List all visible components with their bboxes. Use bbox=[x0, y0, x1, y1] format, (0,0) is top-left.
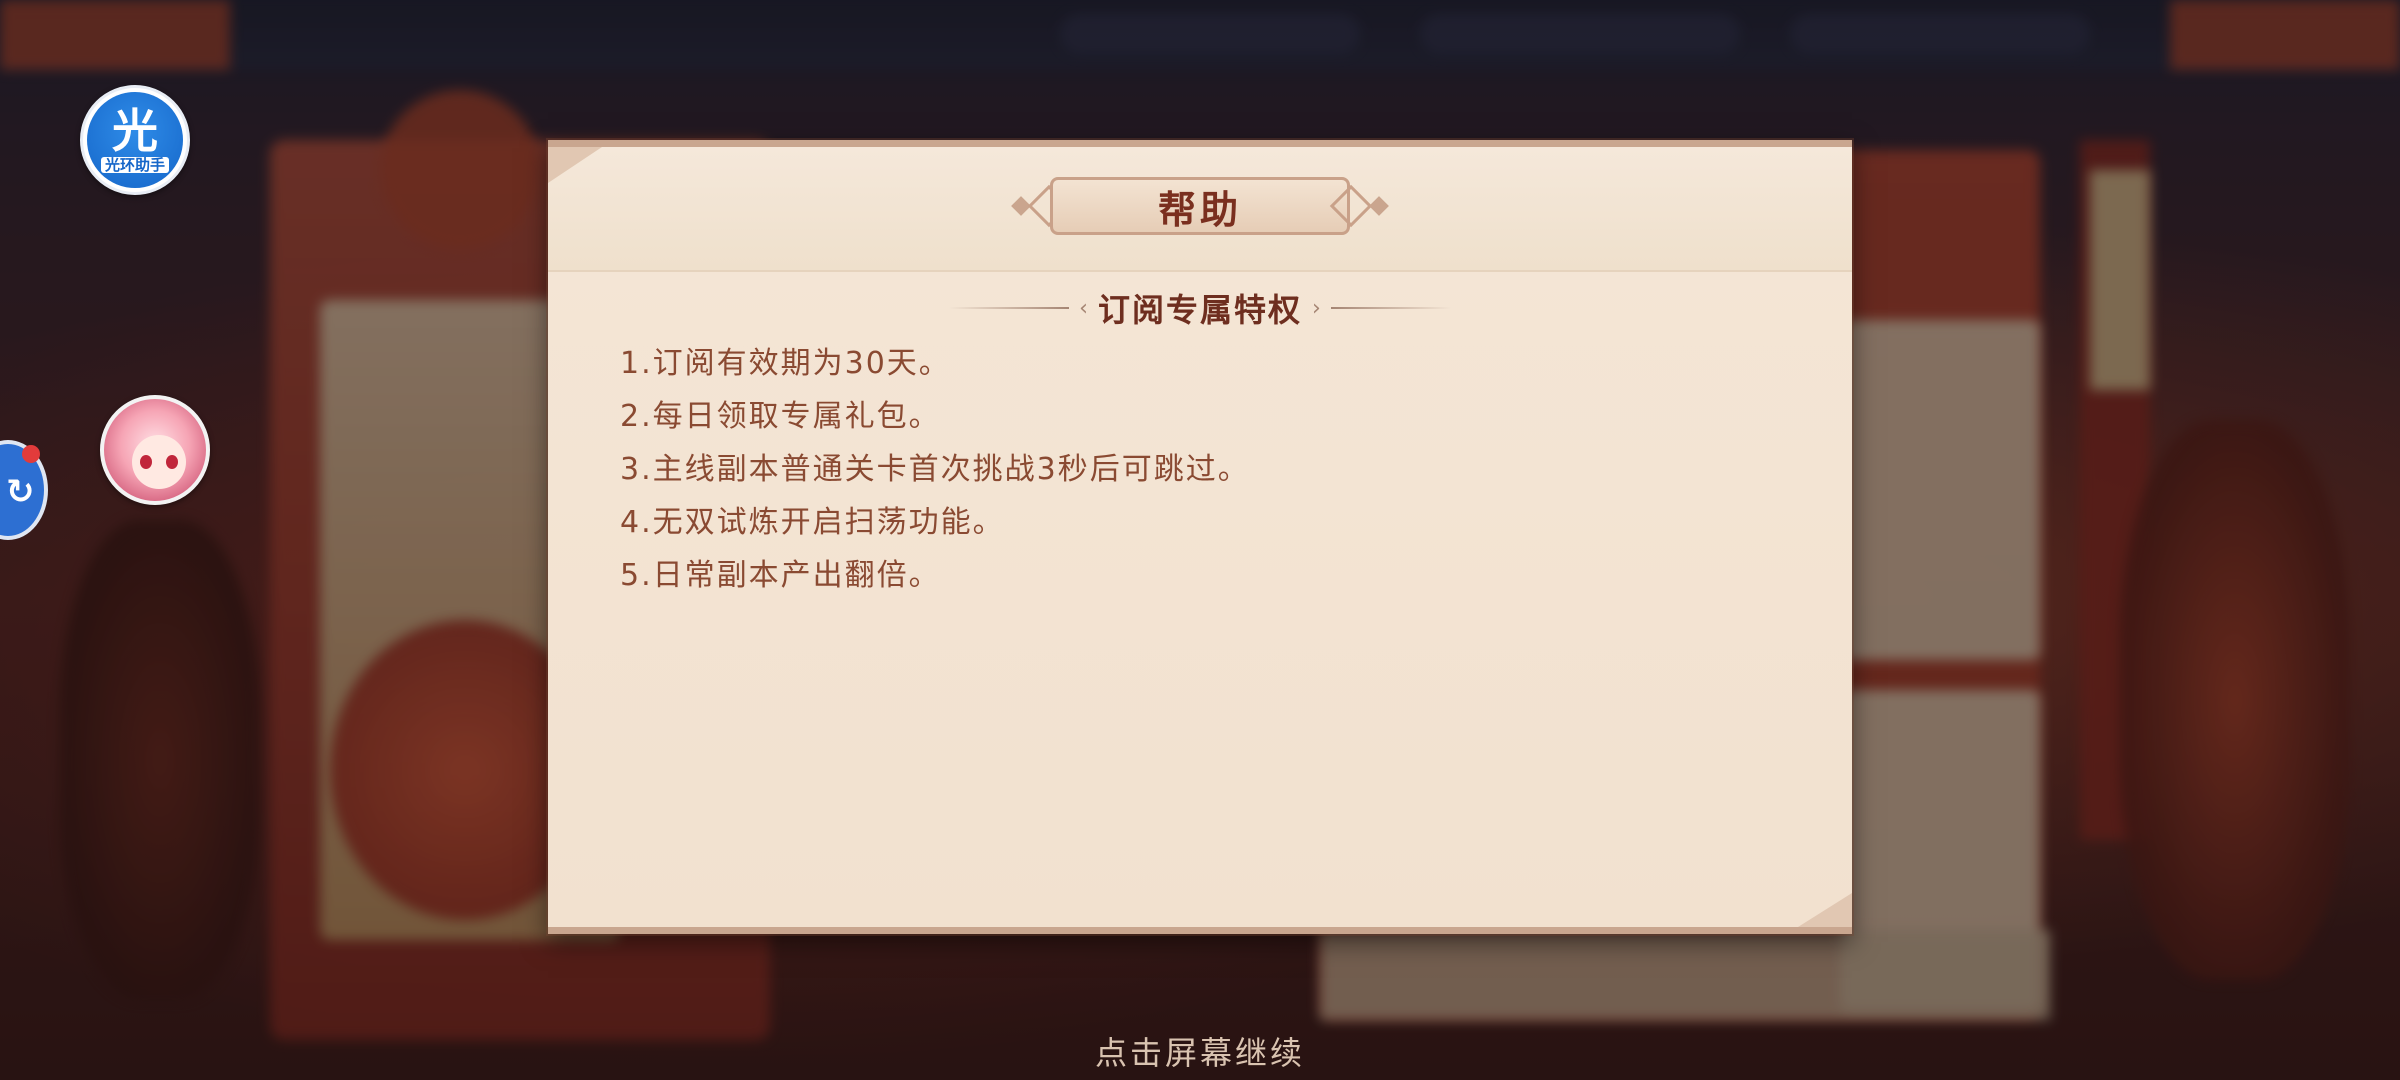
notification-dot-icon bbox=[22, 445, 40, 463]
help-list: 1.订阅有效期为30天。 2.每日领取专属礼包。 3.主线副本普通关卡首次挑战3… bbox=[620, 337, 1720, 602]
dialog-title-plate: 帮助 bbox=[1010, 177, 1390, 235]
diamond-ornament-icon bbox=[1369, 196, 1389, 216]
dialog-title: 帮助 bbox=[1157, 187, 1242, 232]
tap-to-continue-hint[interactable]: 点击屏幕继续 bbox=[0, 1028, 2400, 1074]
help-item: 2.每日领取专属礼包。 bbox=[620, 399, 941, 434]
assistant-floating-button[interactable]: 光 光环助手 bbox=[80, 85, 190, 195]
divider-line bbox=[1330, 307, 1451, 309]
page-fold-corner bbox=[1798, 893, 1852, 927]
assistant-label: 光环助手 bbox=[100, 157, 169, 173]
section-title: 订阅专属特权 bbox=[1097, 291, 1302, 329]
help-item: 1.订阅有效期为30天。 bbox=[620, 346, 951, 381]
assistant-icon: 光 光环助手 bbox=[87, 92, 183, 188]
avatar-eye bbox=[166, 455, 178, 469]
help-item: 3.主线副本普通关卡首次挑战3秒后可跳过。 bbox=[620, 452, 1250, 487]
divider-line bbox=[949, 307, 1070, 309]
help-dialog: 帮助 ‹ 订阅专属特权 › 1.订阅有效期为30天。 2.每日领取专属礼包。 3… bbox=[548, 140, 1852, 934]
help-item: 4.无双试炼开启扫荡功能。 bbox=[620, 505, 1005, 540]
chevron-right-icon: › bbox=[1312, 295, 1321, 321]
side-bubble-icon: ↻ bbox=[6, 472, 35, 512]
section-header: ‹ 订阅专属特权 › bbox=[548, 285, 1852, 331]
assistant-glyph: 光 bbox=[112, 104, 158, 158]
help-item: 5.日常副本产出翻倍。 bbox=[620, 558, 941, 593]
chevron-left-icon: ‹ bbox=[1079, 295, 1088, 321]
page-fold-corner bbox=[548, 147, 602, 183]
character-avatar-button[interactable] bbox=[100, 395, 210, 505]
avatar-eye bbox=[140, 455, 152, 469]
